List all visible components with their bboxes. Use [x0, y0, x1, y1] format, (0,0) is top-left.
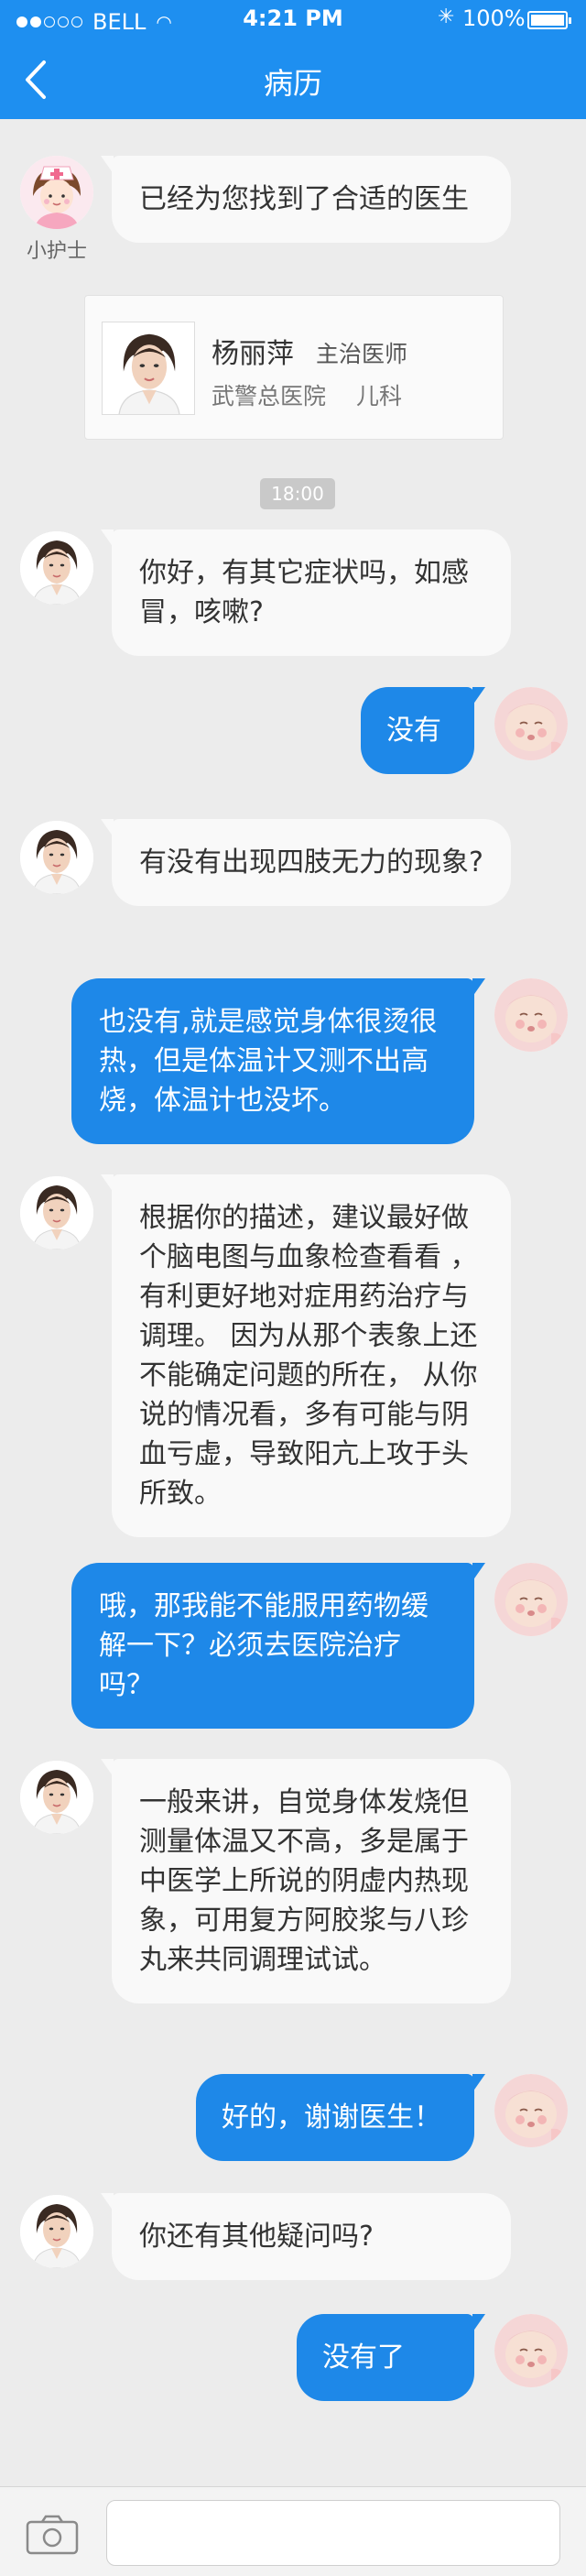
- doctor-name: 杨丽萍: [212, 338, 294, 370]
- doctor-message-bubble: 一般来讲，自觉身体发烧但测量体温又不高，多是属于中医学上所说的阴虚内热现象，可用…: [101, 1759, 511, 2003]
- doctor-avatar-image: [20, 1761, 93, 1834]
- patient-avatar[interactable]: [494, 687, 568, 760]
- patient-avatar[interactable]: [494, 1563, 568, 1636]
- doctor-avatar-image: [20, 531, 93, 605]
- patient-message-bubble: 没有了: [297, 2314, 485, 2401]
- bluetooth-icon: ✳: [438, 5, 455, 28]
- doctor-avatar-image: [20, 2195, 93, 2268]
- doctor-hospital: 武警总医院: [212, 383, 327, 409]
- message-input[interactable]: [106, 2500, 560, 2566]
- nurse-avatar[interactable]: [20, 156, 93, 229]
- battery-percent: 100%: [462, 5, 526, 31]
- doctor-message-bubble: 有没有出现四肢无力的现象?: [101, 819, 511, 906]
- doctor-card[interactable]: 杨丽萍 主治医师 武警总医院 儿科: [84, 295, 504, 440]
- nurse-message-bubble: 已经为您找到了合适的医生: [101, 156, 511, 243]
- doctor-avatar[interactable]: [20, 1176, 93, 1250]
- input-bar: [0, 2486, 586, 2576]
- doctor-photo-image: [103, 322, 195, 415]
- patient-avatar-image: [494, 687, 568, 760]
- nurse-avatar-image: [20, 156, 93, 229]
- header-bar: BELL ◠ 4:21 PM ✳ 100% 病历: [0, 0, 586, 119]
- patient-message-bubble: 也没有,就是感觉身体很烫很热，但是体温计又测不出高烧，体温计也没坏。: [71, 978, 485, 1144]
- battery-icon: [527, 11, 571, 29]
- doctor-avatar[interactable]: [20, 531, 93, 605]
- patient-avatar[interactable]: [494, 978, 568, 1052]
- doctor-avatar-image: [20, 1176, 93, 1250]
- doctor-avatar[interactable]: [20, 2195, 93, 2268]
- patient-message-bubble: 没有: [361, 687, 485, 774]
- navigation-bar: 病历: [0, 40, 586, 119]
- doctor-message-bubble: 根据你的描述，建议最好做个脑电图与血象检查看看 ，有利更好地对症用药治疗与调理。…: [101, 1174, 511, 1537]
- patient-avatar-image: [494, 978, 568, 1052]
- patient-avatar-image: [494, 2314, 568, 2387]
- doctor-avatar-image: [20, 821, 93, 894]
- patient-avatar[interactable]: [494, 2074, 568, 2147]
- chat-timestamp: 18:00: [260, 478, 335, 509]
- doctor-message-bubble: 你好，有其它症状吗，如感冒，咳嗽?: [101, 529, 511, 656]
- status-bar: BELL ◠ 4:21 PM ✳ 100%: [0, 0, 586, 38]
- patient-message-bubble: 哦，那我能不能服用药物缓解一下？必须去医院治疗吗？: [71, 1563, 485, 1729]
- camera-icon: [26, 2515, 79, 2555]
- page-title: 病历: [263, 66, 322, 101]
- doctor-avatar[interactable]: [20, 1761, 93, 1834]
- doctor-department: 儿科: [356, 383, 403, 409]
- doctor-avatar[interactable]: [20, 821, 93, 894]
- doctor-photo: [102, 322, 195, 415]
- doctor-title: 主治医师: [316, 341, 408, 367]
- patient-avatar-image: [494, 2074, 568, 2147]
- doctor-message-bubble: 你还有其他疑问吗?: [101, 2193, 511, 2280]
- patient-avatar-image: [494, 1563, 568, 1636]
- patient-avatar[interactable]: [494, 2314, 568, 2387]
- camera-button[interactable]: [26, 2515, 79, 2555]
- patient-message-bubble: 好的，谢谢医生！: [196, 2074, 485, 2161]
- nurse-label: 小护士: [26, 240, 87, 263]
